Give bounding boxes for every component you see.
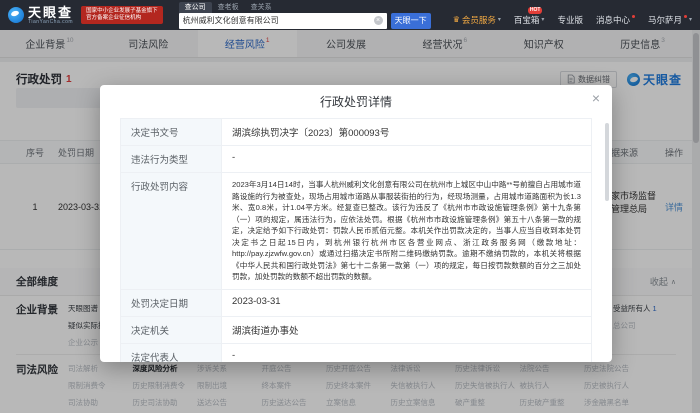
page: 天眼查 TianYanCha.com 国家中小企业发展子基金旗下 官方备案企业征… [0,0,700,413]
search-area: 查公司 查老板 查关系 杭州威利文化创意有限公司 × 天眼一下 [178,1,431,29]
gov-badge-line1: 国家中小企业发展子基金旗下 [86,8,158,14]
modal-title: 行政处罚详情 [319,95,392,109]
chevron-down-icon: ▾ [497,16,501,23]
menu-item[interactable]: ♛ 会员服务 ▾ [453,15,501,25]
search-type-tab[interactable]: 查公司 [178,1,212,13]
detail-value: - [221,146,591,172]
detail-row: 行政处罚内容 2023年3月14日14时，当事人杭州威利文化创意有限公司在杭州市上… [121,173,591,290]
menu-item-label: 马尔萨月 [647,14,682,25]
detail-label: 法定代表人 [121,343,221,362]
menu-item-label: 会员服务 [461,14,496,25]
modal-scrollbar[interactable] [605,123,609,201]
detail-label: 决定书文号 [121,119,221,145]
detail-value: 2023-03-31 [221,289,591,316]
detail-row: 违法行为类型 - [121,146,591,173]
modal-body: 决定书文号 湖滨综执罚决字〔2023〕第000093号 违法行为类型 - 行政处罚内容 2… [120,118,592,362]
detail-value: 湖滨综执罚决字〔2023〕第000093号 [221,119,591,145]
search-type-tab[interactable]: 查关系 [245,2,278,13]
search-value: 杭州威利文化创意有限公司 [182,16,279,25]
notification-dot-icon [631,14,635,18]
tianyancha-logo-icon [8,7,24,23]
detail-row: 决定书文号 湖滨综执罚决字〔2023〕第000093号 [121,119,591,146]
crown-icon: ♛ [452,14,460,24]
penalty-detail-modal: 行政处罚详情 × 决定书文号 湖滨综执罚决字〔2023〕第000093号 违法行为类… [100,85,612,362]
search-type-tabs: 查公司 查老板 查关系 [178,1,431,13]
gov-badge-line2: 官方备案企业征信机构 [86,15,142,21]
notification-dot-icon [683,14,687,18]
hot-badge: HOT [527,6,543,14]
clear-icon[interactable]: × [373,16,383,25]
detail-value: - [221,343,591,362]
menu-item[interactable]: 马尔萨月 ▾ [647,14,692,25]
menu-item[interactable]: 百宝箱 HOT ▾ [513,6,545,25]
gov-badge: 国家中小企业发展子基金旗下 官方备案企业征信机构 [81,6,163,24]
tianyancha-logo[interactable]: 天眼查 TianYanCha.com [8,6,73,25]
search-input[interactable]: 杭州威利文化创意有限公司 × [178,12,387,29]
detail-label: 行政处罚内容 [121,173,221,289]
logo-text: 天眼查 [28,4,74,20]
menu-item-label: 专业版 [557,14,583,25]
menu-item[interactable]: 专业版 [557,15,583,25]
chevron-down-icon: ▾ [541,16,545,23]
detail-value: 2023年3月14日14时，当事人杭州威利文化创意有限公司在杭州市上城区中山中路… [221,173,591,289]
detail-row: 法定代表人 - [121,343,591,362]
detail-row: 决定机关 湖滨街道办事处 [121,316,591,344]
menu-item-label: 消息中心 [595,14,630,25]
logo-subtext: TianYanCha.com [28,18,74,25]
top-menu: ♛ 会员服务 ▾ 百宝箱 HOT ▾ 专业版 消息中心 马尔萨月 ▾ [453,6,692,25]
chevron-down-icon: ▾ [688,16,692,23]
search-type-tab[interactable]: 查老板 [212,2,245,13]
close-icon[interactable]: × [592,91,600,105]
detail-label: 处罚决定日期 [121,289,221,316]
menu-item-label: 百宝箱 [513,14,540,25]
search-button[interactable]: 天眼一下 [390,12,431,29]
menu-item[interactable]: 消息中心 [595,14,635,25]
detail-label: 违法行为类型 [121,146,221,172]
detail-label: 决定机关 [121,316,221,343]
top-header: 天眼查 TianYanCha.com 国家中小企业发展子基金旗下 官方备案企业征… [0,0,700,30]
detail-row: 处罚决定日期 2023-03-31 [121,289,591,317]
detail-value: 湖滨街道办事处 [221,316,591,343]
